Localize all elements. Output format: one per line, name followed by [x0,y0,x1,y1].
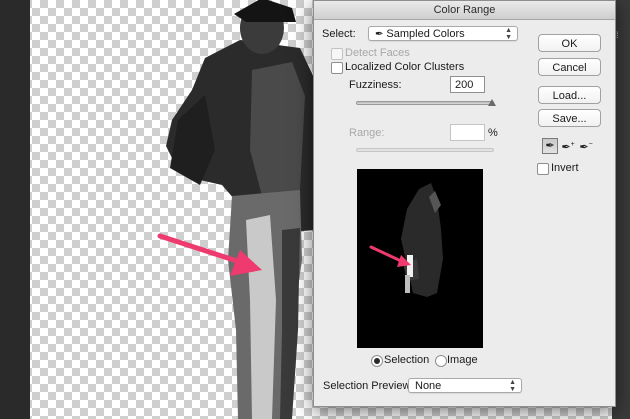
chevron-updown-icon: ▲ ▼ [505,27,512,41]
selection-preview-popup[interactable]: None ▲ ▼ [408,378,522,393]
select-popup[interactable]: ✒ Sampled Colors ▲ ▼ [368,26,518,41]
image-radio-label: Image [447,354,478,366]
dialog-titlebar[interactable]: Color Range [314,1,615,20]
color-range-dialog: Color Range Select: ✒ Sampled Colors ▲ ▼ D… [313,0,616,407]
selection-preview-label: Selection Preview: [323,380,414,392]
localized-clusters-label: Localized Color Clusters [345,61,465,73]
eyedropper-minus-icon[interactable]: ✒− [578,138,594,154]
save-button[interactable]: Save... [538,109,601,127]
fuzziness-slider-thumb[interactable] [488,99,496,106]
figure-leg-right [280,228,300,419]
figure-cap [234,0,296,22]
localized-clusters-checkbox[interactable] [331,62,343,74]
selection-radio-label: Selection [384,354,430,366]
fuzziness-input[interactable]: 200 [450,76,485,93]
selection-preview-value: None [415,380,442,392]
eyedropper-icon[interactable]: ✒ [542,138,558,154]
eyedropper-plus-icon[interactable]: ✒+ [560,138,576,154]
invert-checkbox[interactable] [537,163,549,175]
image-radio[interactable] [435,355,447,367]
cancel-button[interactable]: Cancel [538,58,601,76]
eyedropper-icon: ✒ [375,29,384,40]
ok-button[interactable]: OK [538,34,601,52]
selection-preview-thumbnail[interactable] [357,169,483,348]
select-value: Sampled Colors [386,28,465,40]
fuzziness-slider[interactable] [356,101,494,105]
invert-label: Invert [551,162,579,174]
detect-faces-checkbox[interactable] [331,48,343,60]
load-button[interactable]: Load... [538,86,601,104]
range-unit: % [488,127,498,139]
selection-radio[interactable] [371,355,383,367]
range-label: Range: [349,127,385,139]
range-input[interactable] [450,124,485,141]
fuzziness-label: Fuzziness: [349,79,402,91]
select-label: Select: [322,28,356,40]
range-slider[interactable] [356,148,494,152]
figure-shirt [250,62,305,196]
chevron-updown-icon: ▲ ▼ [509,379,516,393]
detect-faces-label: Detect Faces [345,47,410,59]
